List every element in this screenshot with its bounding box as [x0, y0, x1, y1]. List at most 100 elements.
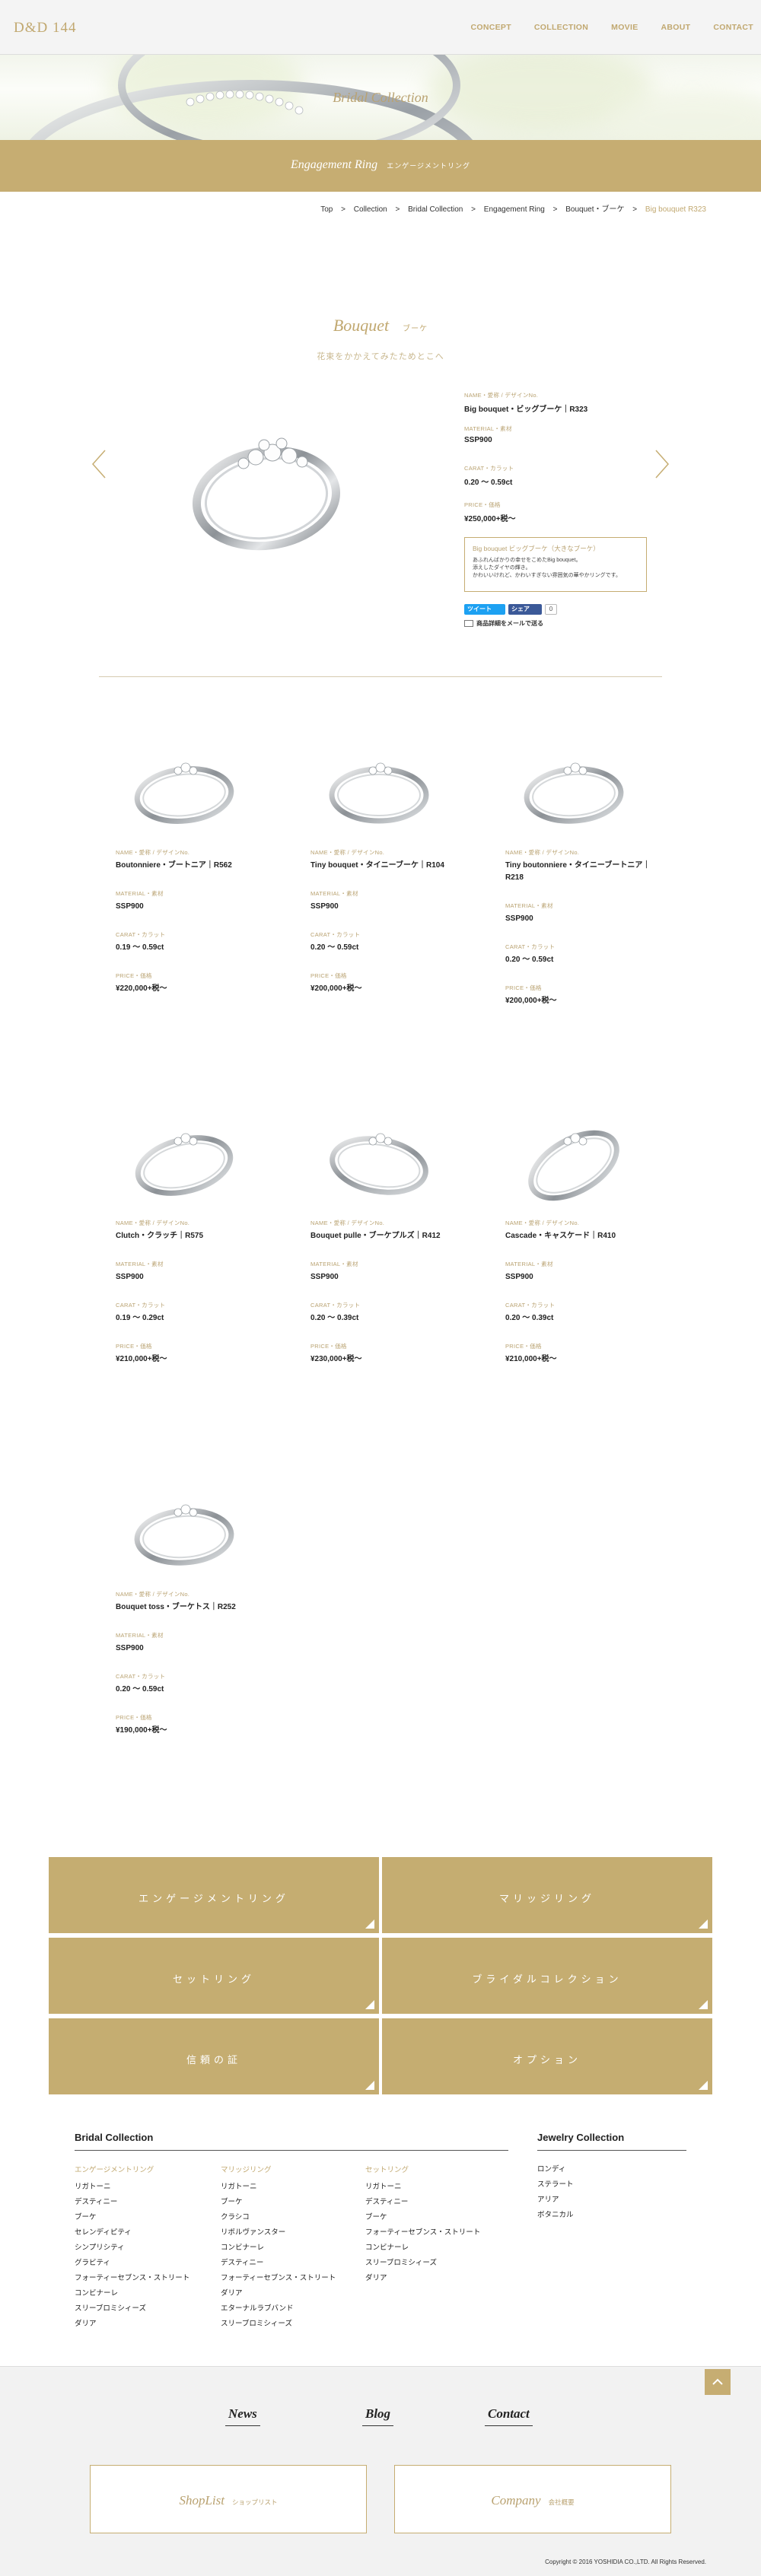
footer-link-item[interactable]: グラビティ [75, 2256, 189, 2271]
footer-link-item[interactable]: コンビナーレ [365, 2240, 480, 2256]
card-name-block: NAME・愛称 / デザインNo. Bouquet pulle・ブーケプルズ｜R4… [310, 1219, 463, 1242]
nav-movie[interactable]: MOVIE [611, 23, 638, 32]
card-carat-block: CARAT・カラット 0.20 〜 0.39ct [505, 1301, 658, 1325]
divider [75, 2150, 508, 2151]
name-label: NAME・愛称 / デザインNo. [116, 1220, 190, 1226]
card-price: ¥220,000+税〜 [116, 984, 167, 993]
corner-arrow-icon [365, 1919, 374, 1929]
footer-link-item[interactable]: セレンディピティ [75, 2225, 189, 2240]
footer-blog-link[interactable]: Blog [362, 2406, 394, 2426]
breadcrumb-engagement[interactable]: Engagement Ring [484, 205, 545, 214]
tile-label: 信頼の証 [186, 2054, 241, 2066]
product-material-block: MATERIAL・素材 SSP900 [464, 425, 512, 444]
page: D&D 144 CONCEPT COLLECTION MOVIE ABOUT C… [0, 0, 761, 2576]
tile-marriage[interactable]: マリッジリング [382, 1857, 712, 1933]
breadcrumb: Top > Collection > Bridal Collection > E… [314, 202, 706, 214]
footer-link-item[interactable]: リガトーニ [221, 2180, 336, 2195]
footer-link-item[interactable]: シンプリシティ [75, 2240, 189, 2256]
tweet-button[interactable]: ツイート [464, 604, 505, 615]
footer-link-item[interactable]: フォーティーセブンス・ストリート [221, 2271, 336, 2286]
footer-link-item[interactable]: コンビナーレ [221, 2240, 336, 2256]
tile-option[interactable]: オプション [382, 2018, 712, 2094]
breadcrumb-collection[interactable]: Collection [354, 205, 387, 214]
footer-link-item[interactable]: ボタニカル [537, 2208, 574, 2223]
card-name-block: NAME・愛称 / デザインNo. Boutonniere・ブートニア｜R562 [116, 848, 268, 872]
carat-label: CARAT・カラット [310, 1302, 361, 1309]
footer-link-item[interactable]: デスティニー [221, 2256, 336, 2271]
footer-link-item[interactable]: ステラート [537, 2177, 574, 2193]
card-price: ¥200,000+税〜 [505, 997, 557, 1005]
tile-set[interactable]: セットリング [49, 1938, 379, 2014]
next-arrow-icon[interactable] [653, 449, 671, 479]
nav-collection[interactable]: COLLECTION [534, 23, 588, 32]
footer-contact-link[interactable]: Contact [485, 2406, 533, 2426]
company-button[interactable]: Company 会社概要 [394, 2465, 671, 2533]
footer-link-item[interactable]: リガトーニ [365, 2180, 480, 2195]
footer-link-item[interactable]: フォーティーセブンス・ストリート [365, 2225, 480, 2240]
nav-about[interactable]: ABOUT [661, 23, 691, 32]
card-material-block: MATERIAL・素材 SSP900 [116, 889, 268, 913]
material-label: MATERIAL・素材 [116, 1261, 164, 1267]
footer-link-item[interactable]: フォーティーセブンス・ストリート [75, 2271, 189, 2286]
footer-link-item[interactable]: スリーブロミシィーズ [221, 2317, 336, 2332]
main-nav: CONCEPT COLLECTION MOVIE ABOUT CONTACT [447, 23, 753, 32]
card-name-block: NAME・愛称 / デザインNo. Tiny bouquet・タイニーブーケ｜R1… [310, 848, 463, 872]
card-carat-block: CARAT・カラット 0.19 〜 0.29ct [116, 1301, 268, 1325]
product-carat-block: CARAT・カラット 0.20 〜 0.59ct [464, 464, 514, 487]
footer-link-item[interactable]: ブーケ [365, 2210, 480, 2225]
breadcrumb-bouquet[interactable]: Bouquet・ブーケ [565, 205, 624, 214]
facebook-share-button[interactable]: シェア [508, 604, 542, 615]
card-material: SSP900 [505, 914, 533, 923]
footer-news-link[interactable]: News [225, 2406, 260, 2426]
ring-image [135, 1133, 234, 1196]
footer-link-item[interactable]: リガトーニ [75, 2180, 189, 2195]
footer-link-item[interactable]: クラシコ [221, 2210, 336, 2225]
footer-link-item[interactable]: アリア [537, 2193, 574, 2208]
tile-trust[interactable]: 信頼の証 [49, 2018, 379, 2094]
mail-icon [464, 620, 473, 627]
ring-image [330, 1133, 428, 1195]
section-title: Engagement Ring [290, 158, 378, 171]
footer-link-item[interactable]: デスティニー [365, 2195, 480, 2210]
footer-link-item[interactable]: ダリア [75, 2317, 189, 2332]
footer-link-item[interactable]: エターナルラブバンド [221, 2301, 336, 2317]
card-carat-block: CARAT・カラット 0.20 〜 0.39ct [310, 1301, 463, 1325]
footer-news-label: News [228, 2406, 257, 2421]
footer-link-item[interactable]: コンビナーレ [75, 2286, 189, 2301]
card-carat: 0.20 〜 0.59ct [116, 1685, 164, 1693]
footer-link-item[interactable]: スリーブロミシィーズ [365, 2256, 480, 2271]
nav-concept[interactable]: CONCEPT [470, 23, 511, 32]
footer-link-item[interactable]: ブーケ [221, 2195, 336, 2210]
back-to-top-button[interactable] [705, 2369, 731, 2395]
footer-link-item[interactable]: ロンディ [537, 2162, 574, 2177]
card-price-block: PRICE・価格 ¥230,000+税〜 [310, 1342, 463, 1366]
nav-contact[interactable]: CONTACT [713, 23, 753, 32]
footer-link-item[interactable]: デスティニー [75, 2195, 189, 2210]
footer-link-item[interactable]: ブーケ [75, 2210, 189, 2225]
shoplist-button[interactable]: ShopList ショップリスト [90, 2465, 367, 2533]
mail-link[interactable]: 商品詳細をメールで送る [464, 619, 543, 628]
tile-engagement[interactable]: エンゲージメントリング [49, 1857, 379, 1933]
footer-link-item[interactable]: リボルヴァンスター [221, 2225, 336, 2240]
breadcrumb-bridal[interactable]: Bridal Collection [408, 205, 463, 214]
card-name: Boutonniere・ブートニア｜R562 [116, 861, 232, 870]
card-material-block: MATERIAL・素材 SSP900 [310, 889, 463, 913]
site-logo[interactable]: D&D 144 [14, 20, 76, 37]
breadcrumb-top[interactable]: Top [320, 205, 333, 214]
product-material: SSP900 [464, 436, 492, 444]
material-label: MATERIAL・素材 [310, 1261, 358, 1267]
breadcrumb-separator: > [395, 205, 400, 214]
corner-arrow-icon [365, 2000, 374, 2009]
tile-bridal[interactable]: ブライダルコレクション [382, 1938, 712, 2014]
prev-arrow-icon[interactable] [90, 449, 108, 479]
card-price-block: PRICE・価格 ¥210,000+税〜 [505, 1342, 658, 1366]
link-column-heading: セットリング [365, 2166, 409, 2174]
card-material-block: MATERIAL・素材 SSP900 [505, 902, 658, 925]
product-price: ¥250,000+税〜 [464, 515, 516, 523]
material-label: MATERIAL・素材 [464, 425, 512, 432]
card-material: SSP900 [505, 1273, 533, 1281]
footer-link-item[interactable]: スリーブロミシィーズ [75, 2301, 189, 2317]
ring-image [134, 1504, 234, 1566]
footer-link-item[interactable]: ダリア [365, 2271, 480, 2286]
footer-link-item[interactable]: ダリア [221, 2286, 336, 2301]
